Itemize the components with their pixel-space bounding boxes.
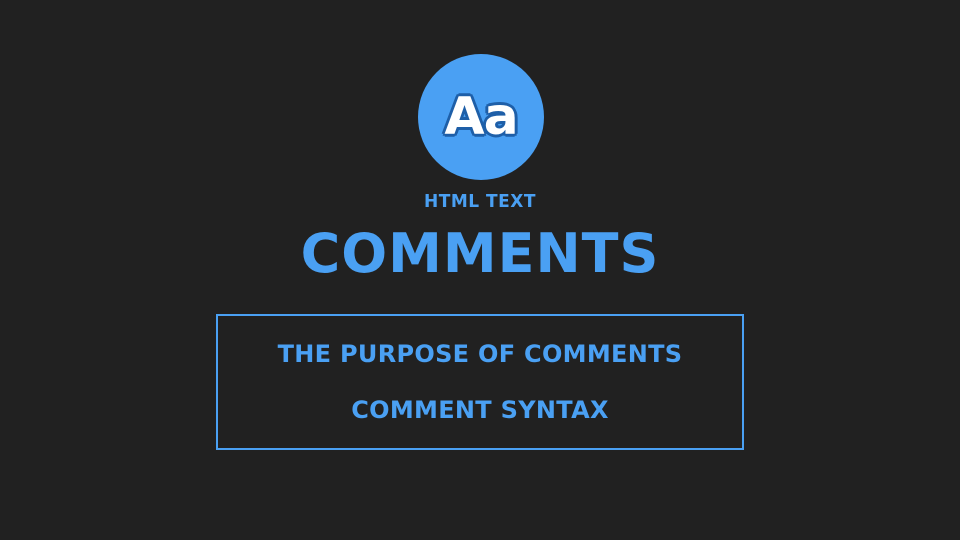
- topics-box: THE PURPOSE OF COMMENTS COMMENT SYNTAX: [216, 314, 744, 450]
- slide-subtitle: HTML TEXT: [424, 191, 536, 213]
- topic-item: THE PURPOSE OF COMMENTS: [277, 340, 683, 368]
- slide: Aa HTML TEXT COMMENTS THE PURPOSE OF COM…: [0, 0, 960, 540]
- slide-title: COMMENTS: [300, 222, 660, 285]
- font-icon: Aa: [418, 54, 544, 180]
- logo-text: Aa: [444, 87, 518, 147]
- topic-item: COMMENT SYNTAX: [351, 396, 609, 424]
